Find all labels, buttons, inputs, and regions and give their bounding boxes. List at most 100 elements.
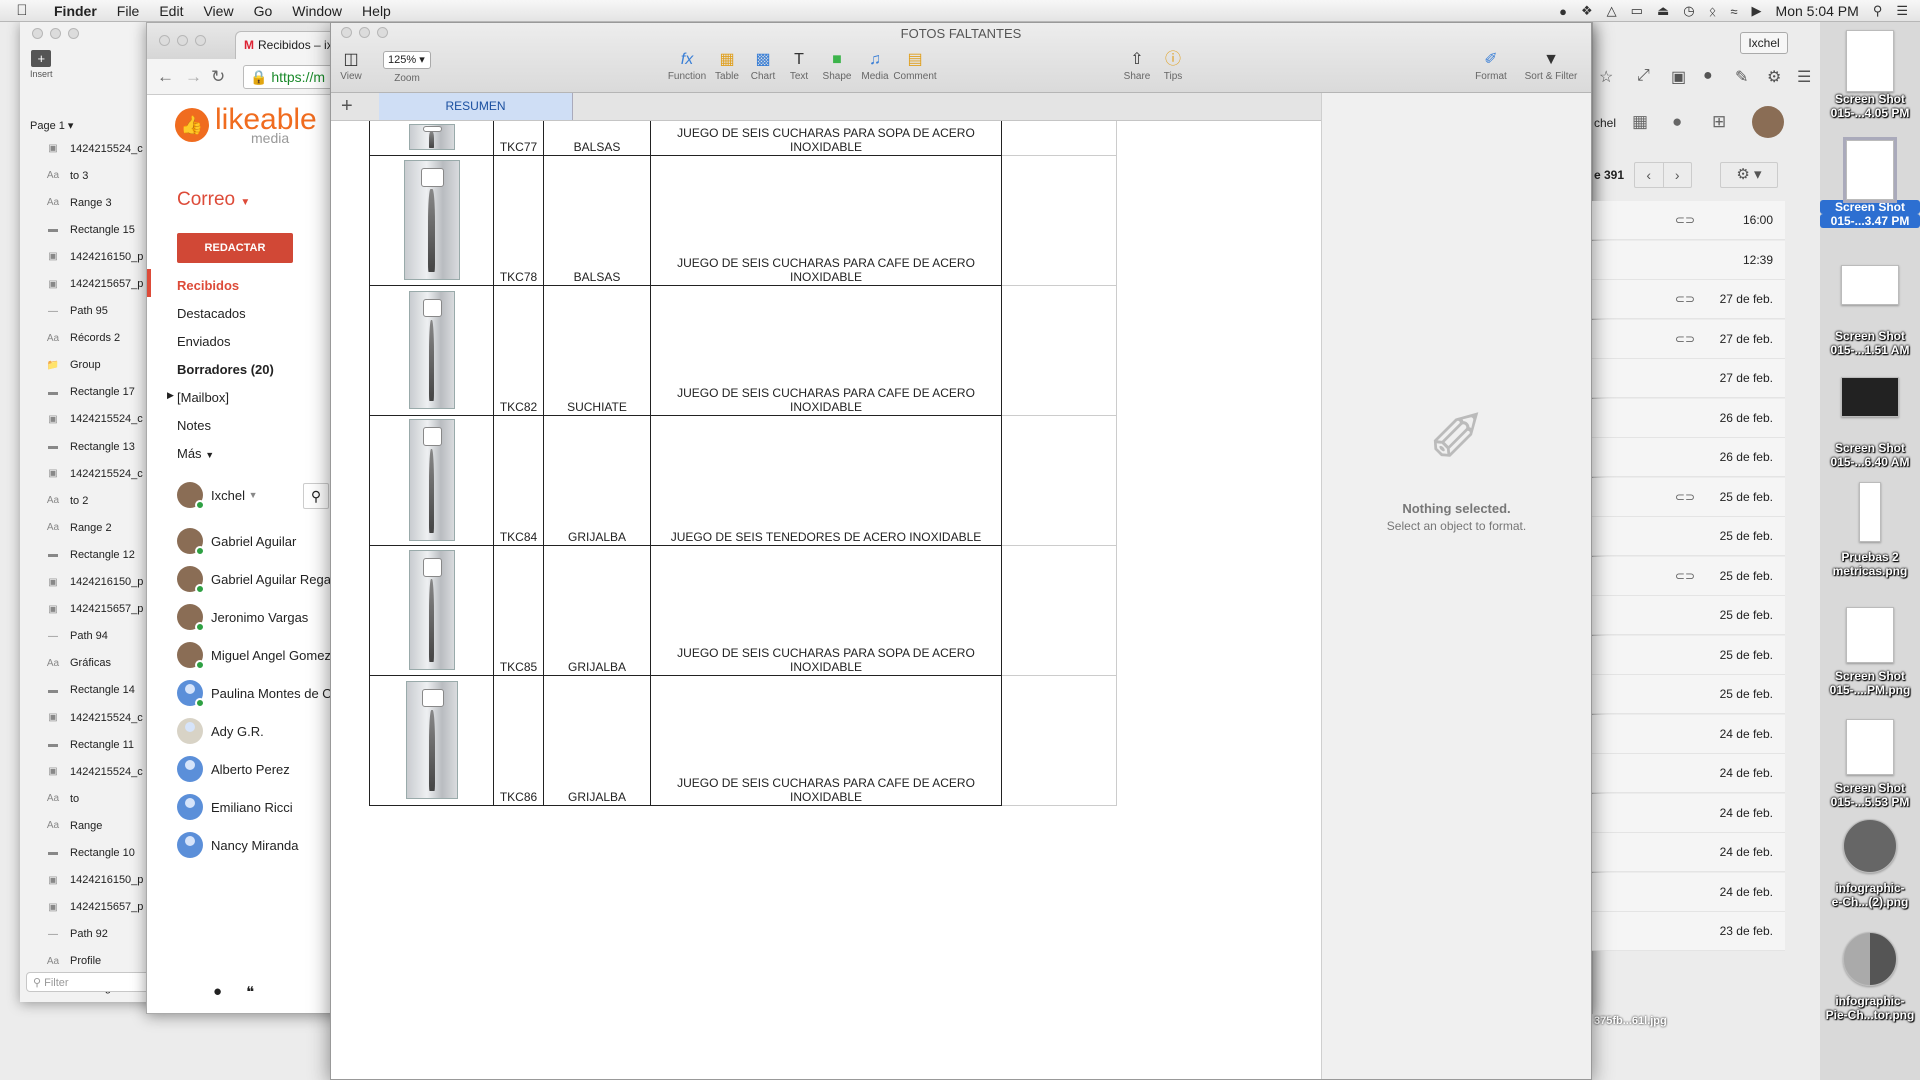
search-people-button[interactable]: ⚲ xyxy=(303,483,329,509)
drive-icon[interactable]: △ xyxy=(1607,3,1617,19)
spotlight-icon[interactable]: ⚲ xyxy=(1873,3,1883,19)
nav-more[interactable]: Más ▼ xyxy=(177,446,307,461)
table-row[interactable]: TKC82 SUCHIATE JUEGO DE SEIS CUCHARAS PARA… xyxy=(369,285,1117,416)
table-row[interactable]: TKC84 GRIJALBA JUEGO DE SEIS TENEDORES DE … xyxy=(369,415,1117,546)
hangouts-icon[interactable]: ❝ xyxy=(246,983,254,1001)
cell-river[interactable]: SUCHIATE xyxy=(543,285,651,416)
desktop-file[interactable]: Pruebas 2 metricas.png xyxy=(1820,482,1920,578)
add-sheet-icon[interactable]: + xyxy=(341,95,353,118)
likeable-logo[interactable]: 👍 likeable media xyxy=(175,105,317,145)
contact-item[interactable]: Gabriel Aguilar Rega xyxy=(177,566,331,594)
table-row[interactable]: TKC78 BALSAS JUEGO DE SEIS CUCHARAS PARA C… xyxy=(369,155,1117,286)
table-row[interactable]: TKC77 BALSAS JUEGO DE SEIS CUCHARAS PARA S… xyxy=(369,121,1117,156)
product-photo[interactable] xyxy=(405,681,458,799)
menu-window[interactable]: Window xyxy=(282,3,352,19)
empty-cell[interactable] xyxy=(1001,121,1117,156)
empty-cell[interactable] xyxy=(1001,285,1117,416)
cell-desc[interactable]: JUEGO DE SEIS CUCHARAS PARA SOPA DE ACER… xyxy=(650,545,1002,676)
apple-menu-icon[interactable]:  xyxy=(0,2,44,19)
cell-code[interactable]: TKC78 xyxy=(493,155,544,286)
eject-icon[interactable]: ⏏ xyxy=(1657,3,1669,19)
tips-button[interactable]: ⓘ Tips xyxy=(1149,49,1197,82)
cell-code[interactable]: TKC85 xyxy=(493,545,544,676)
minimize-button[interactable] xyxy=(177,35,188,46)
extension-icon-2[interactable]: ▣ xyxy=(1671,67,1686,87)
next-page-icon[interactable]: › xyxy=(1664,163,1692,187)
menu-view[interactable]: View xyxy=(193,3,243,19)
contact-item[interactable]: Paulina Montes de O xyxy=(177,680,332,708)
nav-notes[interactable]: Notes xyxy=(177,418,307,433)
close-button[interactable] xyxy=(32,28,43,39)
contact-item[interactable]: Nancy Miranda xyxy=(177,832,298,858)
desktop-file[interactable]: Screen Shot 015-...5.53 PM xyxy=(1820,719,1920,809)
contact-item[interactable]: Jeronimo Vargas xyxy=(177,604,308,632)
airplay-icon[interactable]: ▭ xyxy=(1631,3,1643,19)
cell-desc[interactable]: JUEGO DE SEIS CUCHARAS PARA CAFE DE ACER… xyxy=(650,155,1002,286)
empty-cell[interactable] xyxy=(1001,545,1117,676)
desktop-file[interactable]: Screen Shot 015-...3.47 PM xyxy=(1820,137,1920,228)
insert-button[interactable]: + Insert xyxy=(30,50,53,79)
photo-cell[interactable] xyxy=(369,415,494,546)
product-photo[interactable] xyxy=(408,550,455,670)
cell-code[interactable]: TKC86 xyxy=(493,675,544,806)
cell-desc[interactable]: JUEGO DE SEIS CUCHARAS PARA CAFE DE ACER… xyxy=(650,675,1002,806)
wifi-icon[interactable]: ≈ xyxy=(1730,4,1737,19)
filter-input[interactable]: ⚲ Filter xyxy=(26,972,162,992)
desktop-file[interactable]: Screen Shot 015-....PM.png xyxy=(1820,607,1920,697)
desktop-file[interactable]: Screen Shot 015-...4.05 PM xyxy=(1820,30,1920,120)
cell-code[interactable]: TKC82 xyxy=(493,285,544,416)
product-photo[interactable] xyxy=(403,160,460,280)
sort-filter-button[interactable]: ▼ Sort & Filter xyxy=(1517,49,1585,82)
star-icon[interactable]: ☆ xyxy=(1599,67,1613,87)
table-row[interactable]: TKC85 GRIJALBA JUEGO DE SEIS CUCHARAS PARA… xyxy=(369,545,1117,676)
cell-river[interactable]: GRIJALBA xyxy=(543,675,651,806)
menu-icon[interactable]: ☰ xyxy=(1797,67,1811,87)
desktop-file[interactable]: Screen Shot 015-...6.40 AM xyxy=(1820,377,1920,469)
contact-item[interactable]: Ady G.R. xyxy=(177,718,264,744)
page-selector[interactable]: Page 1 ▾ xyxy=(30,119,73,132)
profile-avatar[interactable] xyxy=(1752,106,1784,138)
cell-river[interactable]: BALSAS xyxy=(543,121,651,156)
photo-cell[interactable] xyxy=(369,121,494,156)
extension-icon-3[interactable]: ● xyxy=(1703,67,1713,85)
zoom-button[interactable] xyxy=(68,28,79,39)
desktop-file[interactable]: infographic- Pie-Ch...tor.png xyxy=(1820,932,1920,1022)
nav-drafts[interactable]: Borradores (20) xyxy=(177,362,307,377)
cell-desc[interactable]: JUEGO DE SEIS CUCHARAS PARA SOPA DE ACER… xyxy=(650,121,1002,156)
settings-icon[interactable]: ⚙ xyxy=(1767,67,1781,87)
reload-icon[interactable]: ↻ xyxy=(211,67,225,87)
clock[interactable]: Mon 5:04 PM xyxy=(1776,3,1859,19)
empty-cell[interactable] xyxy=(1001,675,1117,806)
nav-mailbox[interactable]: ▶ [Mailbox] xyxy=(167,390,307,405)
person-icon[interactable]: ● xyxy=(213,983,222,1001)
contact-item[interactable]: Emiliano Ricci xyxy=(177,794,293,820)
dropbox-icon[interactable]: ❖ xyxy=(1581,3,1593,19)
cell-river[interactable]: GRIJALBA xyxy=(543,545,651,676)
contact-item[interactable]: Gabriel Aguilar xyxy=(177,528,296,556)
sheet-tab-resumen[interactable]: RESUMEN xyxy=(379,93,573,120)
list-icon[interactable]: ☰ xyxy=(1896,3,1908,19)
prev-page-icon[interactable]: ‹ xyxy=(1635,163,1664,187)
nav-sent[interactable]: Enviados xyxy=(177,334,307,349)
apps-grid-icon[interactable]: ▦ xyxy=(1632,112,1648,132)
close-button[interactable] xyxy=(159,35,170,46)
format-button[interactable]: ✐ Format xyxy=(1467,49,1515,82)
hangouts-me[interactable]: Ixchel ▼ xyxy=(177,482,258,510)
cell-code[interactable]: TKC77 xyxy=(493,121,544,156)
photo-cell[interactable] xyxy=(369,285,494,416)
share-plus-icon[interactable]: ⊞ xyxy=(1712,112,1726,132)
notifications-icon[interactable]: ● xyxy=(1672,112,1682,132)
menu-file[interactable]: File xyxy=(107,3,150,19)
cell-desc[interactable]: JUEGO DE SEIS TENEDORES DE ACERO INOXIDA… xyxy=(650,415,1002,546)
chrome-user-button[interactable]: Ixchel xyxy=(1740,32,1788,54)
view-button[interactable]: ◫ View xyxy=(327,49,375,82)
empty-cell[interactable] xyxy=(1001,415,1117,546)
minimize-button[interactable] xyxy=(50,28,61,39)
volume-icon[interactable]: ▶ xyxy=(1752,3,1762,19)
back-icon[interactable]: ← xyxy=(157,67,174,87)
zoom-button[interactable] xyxy=(195,35,206,46)
mail-app-selector[interactable]: Correo ▼ xyxy=(177,189,250,211)
desktop-file-name[interactable]: 375fb...61l.jpg xyxy=(1594,1015,1667,1027)
contact-item[interactable]: Alberto Perez xyxy=(177,756,290,782)
time-machine-icon[interactable]: ◷ xyxy=(1683,3,1694,19)
